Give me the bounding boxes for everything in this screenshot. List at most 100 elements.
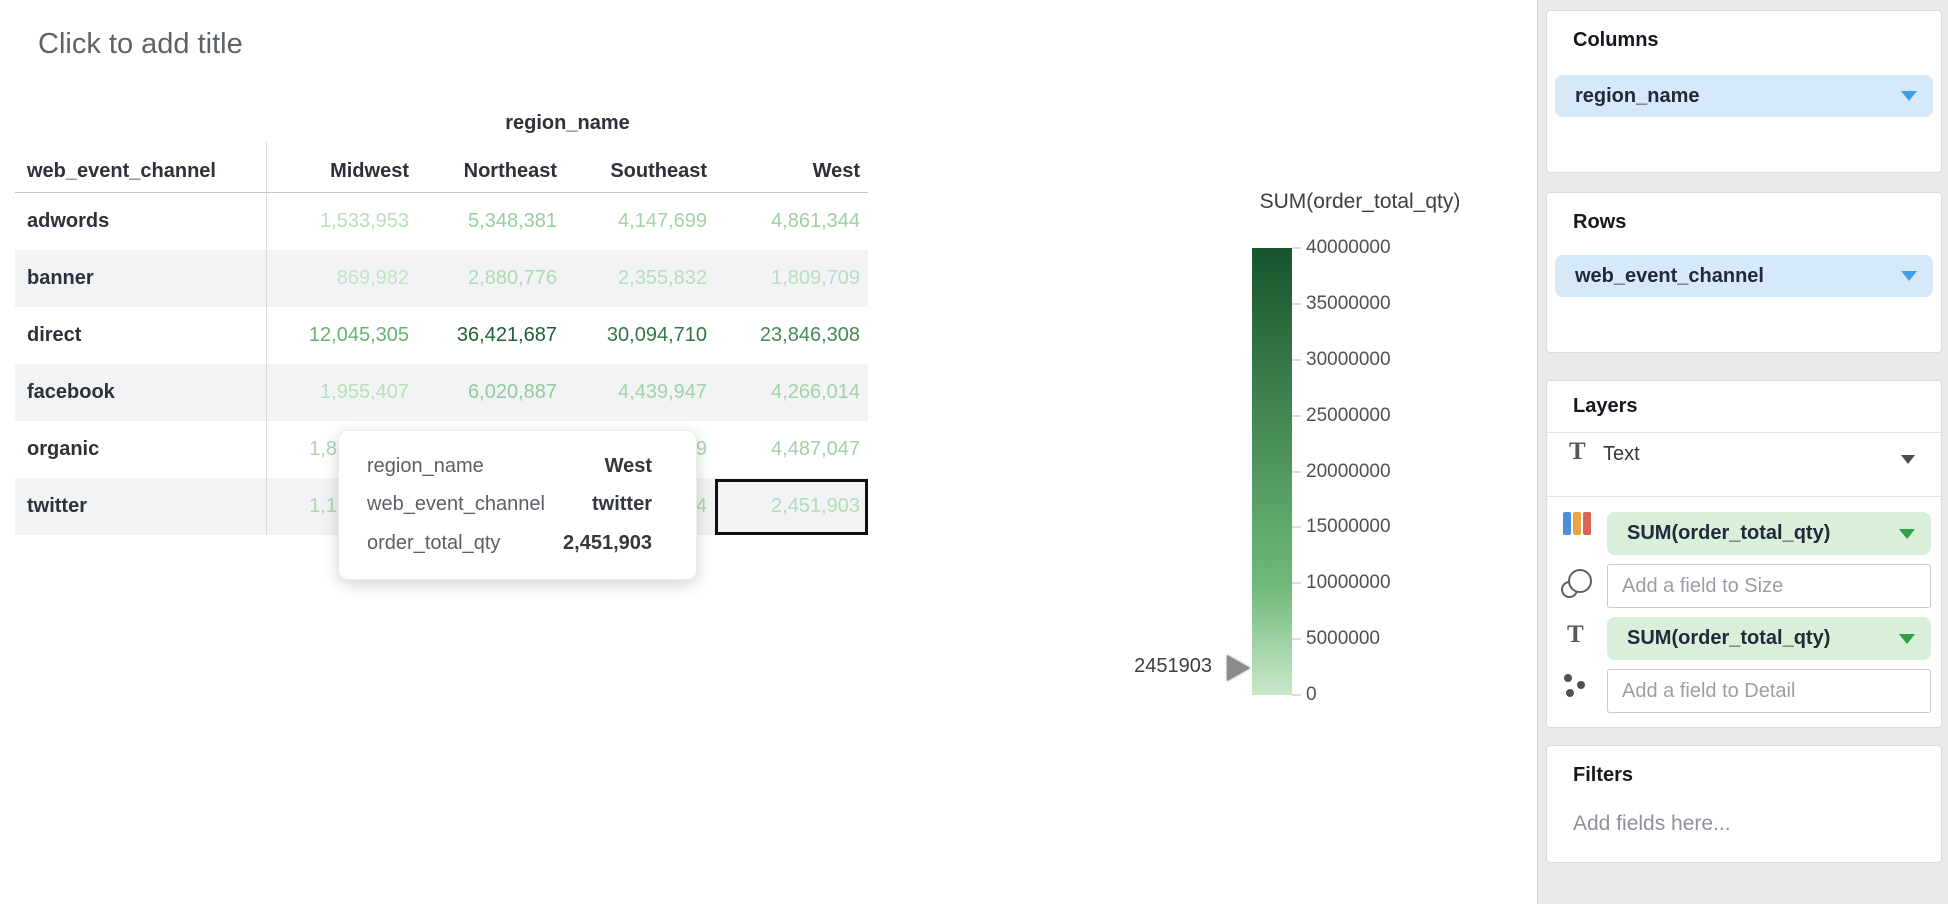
legend-tick-label: 20000000 <box>1306 461 1391 483</box>
table-row: facebook1,955,4076,020,8874,439,9474,266… <box>15 364 868 421</box>
column-group-header: region_name <box>267 108 868 142</box>
legend-tick-label: 25000000 <box>1306 405 1391 427</box>
legend-pointer-icon <box>1227 655 1250 681</box>
pivot-cell[interactable]: 2,880,776 <box>417 250 565 307</box>
detail-field-input[interactable] <box>1607 669 1931 713</box>
chevron-down-icon[interactable] <box>1899 529 1915 539</box>
tooltip-label: region_name <box>367 455 484 478</box>
pivot-row-label: organic <box>15 421 267 478</box>
filters-card: Filters Add fields here... <box>1546 745 1942 863</box>
tooltip: region_name West web_event_channel twitt… <box>338 430 697 580</box>
rows-field-label: web_event_channel <box>1555 265 1901 288</box>
pivot-cell[interactable]: 30,094,710 <box>565 307 715 364</box>
pivot-cell[interactable]: 2,355,832 <box>565 250 715 307</box>
tooltip-row: region_name West <box>367 455 652 478</box>
tooltip-label: web_event_channel <box>367 493 545 516</box>
column-header: Midwest <box>267 142 417 193</box>
legend-tick-mark <box>1292 303 1301 305</box>
text-layer-icon: T <box>1569 438 1586 466</box>
pivot-row-label: direct <box>15 307 267 364</box>
tooltip-row: order_total_qty 2,451,903 <box>367 532 652 555</box>
legend-tick-mark <box>1292 415 1301 417</box>
tooltip-value: 2,451,903 <box>563 532 652 555</box>
legend-tick-label: 40000000 <box>1306 237 1391 259</box>
legend-tick-label: 5000000 <box>1306 628 1380 650</box>
pivot-cell[interactable]: 869,982 <box>267 250 417 307</box>
divider <box>1547 496 1941 497</box>
color-field-label: SUM(order_total_qty) <box>1607 522 1899 545</box>
layers-heading: Layers <box>1573 395 1638 418</box>
canvas: Click to add title region_name web_event… <box>0 0 1948 904</box>
legend-tick-label: 0 <box>1306 684 1317 706</box>
pivot-cell[interactable]: 4,147,699 <box>565 193 715 250</box>
columns-field-pill[interactable]: region_name <box>1555 75 1933 117</box>
pivot-cell[interactable]: 1,809,709 <box>715 250 868 307</box>
chart-title-placeholder[interactable]: Click to add title <box>38 28 243 61</box>
detail-dots-icon <box>1563 674 1587 698</box>
legend-tick-label: 35000000 <box>1306 293 1391 315</box>
tooltip-value: twitter <box>592 493 652 516</box>
tooltip-value: West <box>605 455 652 478</box>
layers-card: Layers T Text SUM(order_total_qty) T SUM… <box>1546 380 1942 728</box>
legend-tick-mark <box>1292 638 1301 640</box>
chevron-down-icon[interactable] <box>1901 271 1917 281</box>
pivot-cell[interactable]: 23,846,308 <box>715 307 868 364</box>
pivot-cell[interactable]: 4,487,047 <box>715 421 868 478</box>
pivot-cell[interactable]: 12,045,305 <box>267 307 417 364</box>
pivot-row-label: facebook <box>15 364 267 421</box>
table-row: adwords1,533,9535,348,3814,147,6994,861,… <box>15 193 868 250</box>
pivot-header-row: web_event_channel Midwest Northeast Sout… <box>15 142 868 193</box>
column-header: Southeast <box>565 142 715 193</box>
color-field-pill[interactable]: SUM(order_total_qty) <box>1607 512 1931 555</box>
color-palette-icon <box>1563 512 1591 535</box>
pivot-cell[interactable]: 4,439,947 <box>565 364 715 421</box>
legend-tick-mark <box>1292 526 1301 528</box>
tooltip-row: web_event_channel twitter <box>367 493 652 516</box>
pivot-row-label: adwords <box>15 193 267 250</box>
legend-tick-mark <box>1292 471 1301 473</box>
table-row: direct12,045,30536,421,68730,094,71023,8… <box>15 307 868 364</box>
pivot-cell[interactable]: 4,861,344 <box>715 193 868 250</box>
pivot-cell[interactable]: 5,348,381 <box>417 193 565 250</box>
pivot-row-label: banner <box>15 250 267 307</box>
chevron-down-icon[interactable] <box>1899 634 1915 644</box>
tooltip-label: order_total_qty <box>367 532 500 555</box>
layer-type-label[interactable]: Text <box>1603 443 1640 466</box>
pivot-cell[interactable]: 1,955,407 <box>267 364 417 421</box>
column-header: Northeast <box>417 142 565 193</box>
legend-tick-label: 15000000 <box>1306 516 1391 538</box>
chevron-down-icon[interactable] <box>1901 91 1917 101</box>
pivot-row-label: twitter <box>15 478 267 535</box>
legend-tick-label: 10000000 <box>1306 572 1391 594</box>
text-field-label: SUM(order_total_qty) <box>1607 627 1899 650</box>
pivot-cell[interactable]: 1,533,953 <box>267 193 417 250</box>
pivot-cell[interactable]: 6,020,887 <box>417 364 565 421</box>
pivot-cell[interactable]: 2,451,903 <box>715 478 868 535</box>
legend-tick-mark <box>1292 694 1301 696</box>
text-field-icon: T <box>1567 621 1584 649</box>
legend-tick-mark <box>1292 247 1301 249</box>
columns-heading: Columns <box>1573 29 1659 52</box>
text-field-pill[interactable]: SUM(order_total_qty) <box>1607 617 1931 660</box>
legend-tick-mark <box>1292 359 1301 361</box>
pivot-cell[interactable]: 4,266,014 <box>715 364 868 421</box>
legend-gradient-bar <box>1252 248 1292 695</box>
filters-heading: Filters <box>1573 764 1633 787</box>
columns-field-label: region_name <box>1555 85 1901 108</box>
legend-tick-mark <box>1292 582 1301 584</box>
rows-field-pill[interactable]: web_event_channel <box>1555 255 1933 297</box>
chevron-down-icon[interactable] <box>1901 455 1915 464</box>
divider <box>1547 432 1941 433</box>
size-bubbles-icon <box>1561 569 1595 601</box>
columns-card: Columns region_name <box>1546 10 1942 173</box>
legend-tick-label: 30000000 <box>1306 349 1391 371</box>
rows-card: Rows web_event_channel <box>1546 192 1942 353</box>
rows-heading: Rows <box>1573 211 1626 234</box>
filters-drop-zone[interactable]: Add fields here... <box>1573 812 1731 836</box>
column-header: West <box>715 142 868 193</box>
table-row: banner869,9822,880,7762,355,8321,809,709 <box>15 250 868 307</box>
size-field-input[interactable] <box>1607 564 1931 608</box>
row-dimension-header: web_event_channel <box>15 142 267 193</box>
legend-pointer-value: 2451903 <box>1040 655 1212 678</box>
pivot-cell[interactable]: 36,421,687 <box>417 307 565 364</box>
